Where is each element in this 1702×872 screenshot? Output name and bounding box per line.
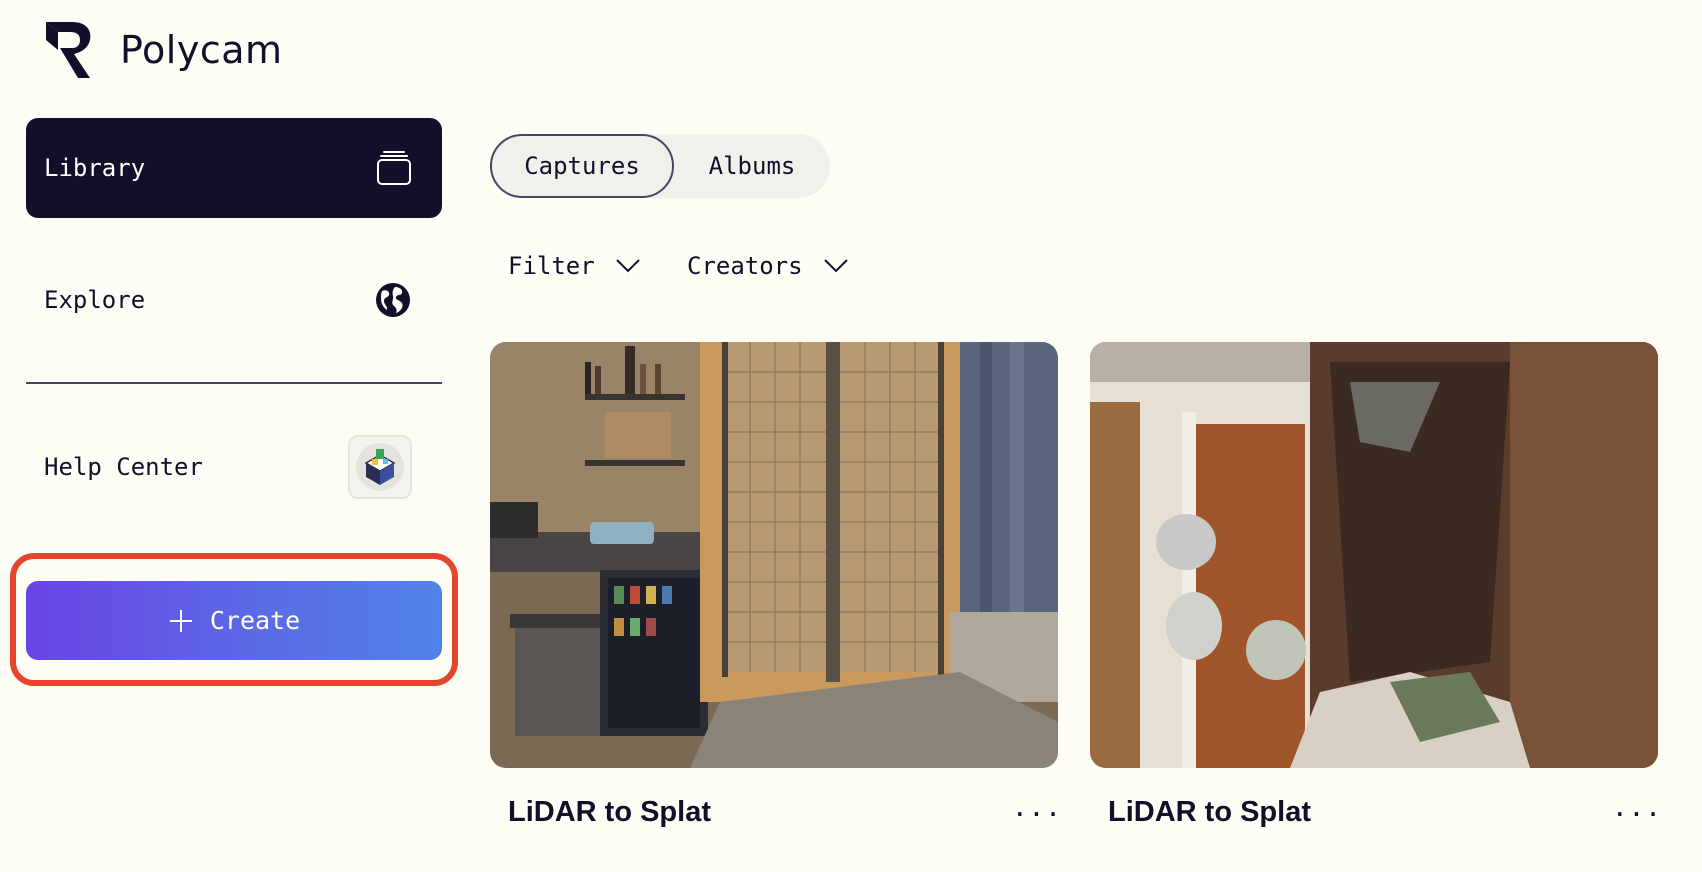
sidebar-item-label: Library xyxy=(44,154,146,182)
creators-dropdown[interactable]: Creators xyxy=(687,246,849,286)
polycam-logo-icon xyxy=(46,22,91,78)
creators-label: Creators xyxy=(687,252,803,280)
tab-albums[interactable]: Albums xyxy=(674,134,830,198)
library-tabs: Captures Albums xyxy=(490,134,830,198)
polycam-logo[interactable]: Polycam xyxy=(42,20,283,80)
filter-label: Filter xyxy=(508,252,595,280)
chevron-down-icon xyxy=(615,259,640,273)
more-options-icon[interactable]: ··· xyxy=(1012,800,1062,830)
globe-icon xyxy=(376,283,410,317)
capture-title[interactable]: LiDAR to Splat xyxy=(1108,796,1311,829)
tab-captures[interactable]: Captures xyxy=(490,134,674,198)
sidebar-item-label: Explore xyxy=(44,286,146,314)
capture-thumbnail[interactable] xyxy=(490,342,1058,768)
app-name: Polycam xyxy=(120,28,283,72)
sidebar-item-library[interactable]: Library xyxy=(26,118,442,218)
help-avatar-icon xyxy=(348,435,412,499)
sidebar-divider xyxy=(26,382,442,384)
filter-dropdown[interactable]: Filter xyxy=(508,246,641,286)
capture-title[interactable]: LiDAR to Splat xyxy=(508,796,711,829)
plus-icon xyxy=(169,609,192,632)
sidebar-item-label: Help Center xyxy=(44,453,203,481)
sidebar-item-explore[interactable]: Explore xyxy=(26,252,442,348)
library-stack-icon xyxy=(377,151,411,185)
sidebar-item-help-center[interactable]: Help Center xyxy=(26,420,442,514)
create-button[interactable]: Create xyxy=(26,581,442,660)
more-options-icon[interactable]: ··· xyxy=(1612,800,1662,830)
capture-thumbnail[interactable] xyxy=(1090,342,1658,768)
create-button-label: Create xyxy=(209,606,301,635)
chevron-down-icon xyxy=(823,259,848,273)
